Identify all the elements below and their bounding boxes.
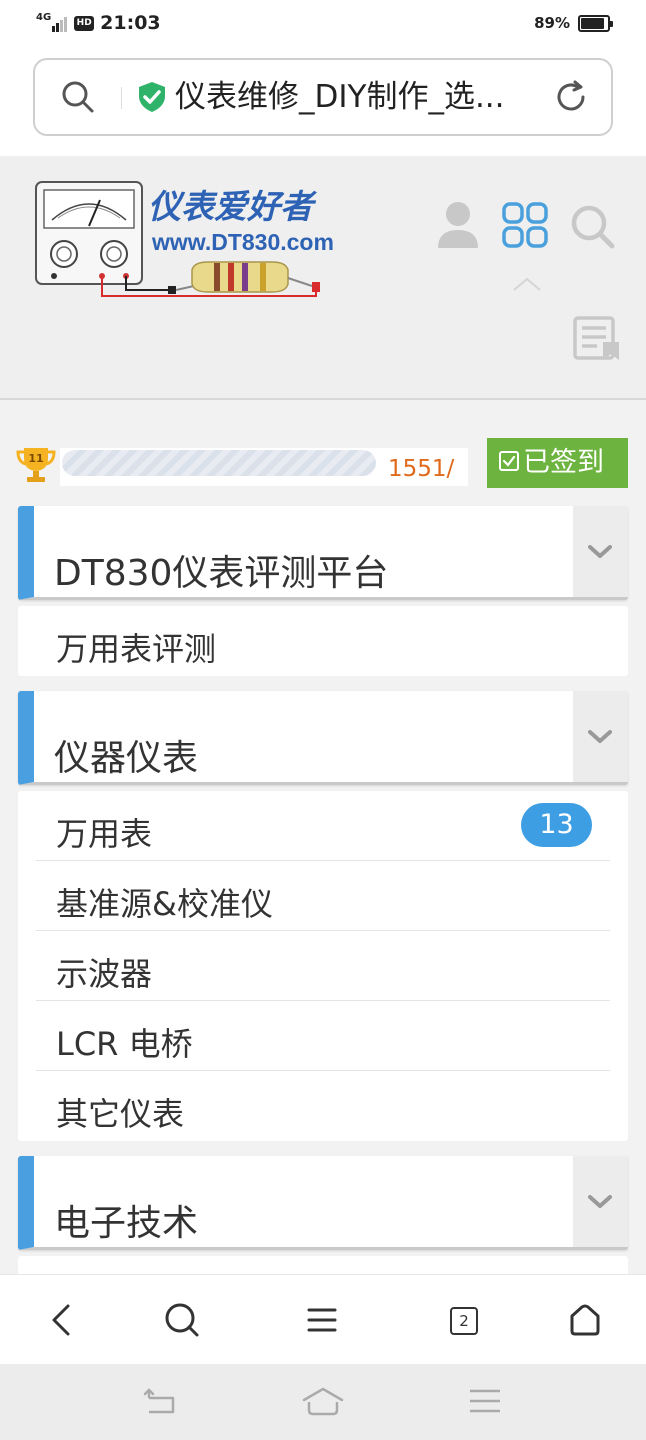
sign-label: 已签到 (523, 447, 604, 478)
collapse-toggle[interactable] (573, 691, 628, 782)
posts-icon[interactable] (573, 316, 623, 366)
checkbox-icon (499, 450, 519, 471)
forum-item[interactable]: 万用表评测 (36, 606, 610, 676)
status-bar: 4G HD 21:03 89% (0, 0, 646, 50)
caret-up-icon (512, 276, 542, 296)
recents-icon[interactable] (468, 1386, 502, 1420)
forum-item-label: 基准源&校准仪 (56, 885, 273, 923)
section-body: 万用表评测 (18, 606, 628, 676)
forum-item-label: LCR 电桥 (56, 1025, 193, 1063)
section-header[interactable]: DT830仪表评测平台 (18, 506, 628, 600)
home-icon[interactable] (300, 1386, 346, 1422)
signed-in-button[interactable]: 已签到 (487, 438, 628, 488)
reload-icon[interactable] (553, 79, 589, 119)
progress-track (62, 450, 376, 476)
forum-item-label: 示波器 (56, 955, 153, 993)
search-icon[interactable] (570, 204, 616, 254)
tabs-icon[interactable]: 2 (450, 1307, 478, 1335)
network-type: 4G (36, 11, 52, 23)
system-nav-bar (0, 1364, 646, 1440)
forum-item-label: 万用表评测 (56, 630, 217, 668)
site-header: 仪表爱好者 www.DT830.com (0, 156, 646, 400)
level-row: 11 1551/ 已签到 (0, 436, 646, 492)
forum-item-label: 其它仪表 (56, 1095, 185, 1133)
section-title: 仪器仪表 (54, 738, 199, 779)
level-number: 11 (28, 452, 44, 465)
browser-bar: 仪表维修_DIY制作_选... (0, 50, 646, 156)
section-title: 电子技术 (54, 1203, 199, 1244)
collapse-toggle[interactable] (573, 1156, 628, 1247)
site-logo[interactable]: 仪表爱好者 www.DT830.com (34, 178, 364, 312)
logo-title: 仪表爱好者 (148, 187, 317, 226)
back-icon[interactable] (143, 1386, 179, 1420)
forum-item[interactable]: 基准源&校准仪 (36, 861, 610, 931)
status-left: 4G HD 21:03 (36, 11, 161, 35)
screen: 4G HD 21:03 89% 仪表维修_DIY制作_选... 仪表爱好者 ww… (0, 0, 646, 1440)
browser-toolbar: 2 (0, 1274, 646, 1364)
logo-url: www.DT830.com (151, 229, 334, 255)
points-text: 1551/ (388, 456, 455, 482)
collapse-toggle[interactable] (573, 506, 628, 597)
status-right: 89% (534, 14, 613, 32)
clock: 21:03 (100, 12, 161, 34)
trophy-icon (16, 444, 56, 488)
forum-item[interactable]: 其它仪表 (36, 1071, 610, 1141)
forum-item-label: 万用表 (56, 815, 153, 853)
shield-check-icon (137, 81, 167, 117)
hd-badge: HD (74, 15, 95, 31)
signal-icon (52, 14, 68, 32)
forum-item[interactable]: 示波器 (36, 931, 610, 1001)
menu-icon[interactable] (306, 1302, 338, 1342)
chevron-down-icon (588, 545, 612, 558)
page-title[interactable]: 仪表维修_DIY制作_选... (175, 74, 535, 120)
back-icon[interactable] (48, 1302, 74, 1342)
forum-item[interactable]: LCR 电桥 (36, 1001, 610, 1071)
chevron-down-icon (588, 730, 612, 743)
forum-item[interactable]: 万用表 13 (36, 791, 610, 861)
grid-menu-icon[interactable] (502, 202, 548, 252)
section-title: DT830仪表评测平台 (54, 553, 389, 594)
battery-tip (610, 20, 613, 27)
section-body: 万用表 13 基准源&校准仪 示波器 LCR 电桥 其它仪表 (18, 791, 628, 1141)
battery-icon (578, 14, 613, 32)
divider (121, 87, 122, 109)
search-icon[interactable] (164, 1302, 200, 1342)
battery-percent: 89% (534, 14, 570, 32)
search-icon[interactable] (61, 80, 95, 118)
section-header[interactable]: 仪器仪表 (18, 691, 628, 785)
battery-fill (581, 17, 604, 29)
home-icon[interactable] (568, 1302, 602, 1342)
section-header[interactable]: 电子技术 (18, 1156, 628, 1250)
forum-section: DT830仪表评测平台 万用表评测 (18, 506, 628, 676)
level-progress: 1551/ (60, 448, 468, 486)
new-posts-badge: 13 (521, 803, 592, 847)
chevron-down-icon (588, 1195, 612, 1208)
forum-section: 仪器仪表 万用表 13 基准源&校准仪 示波器 LCR 电桥 其它仪表 (18, 691, 628, 1141)
user-icon[interactable] (436, 200, 480, 254)
address-bar[interactable]: 仪表维修_DIY制作_选... (33, 58, 613, 136)
